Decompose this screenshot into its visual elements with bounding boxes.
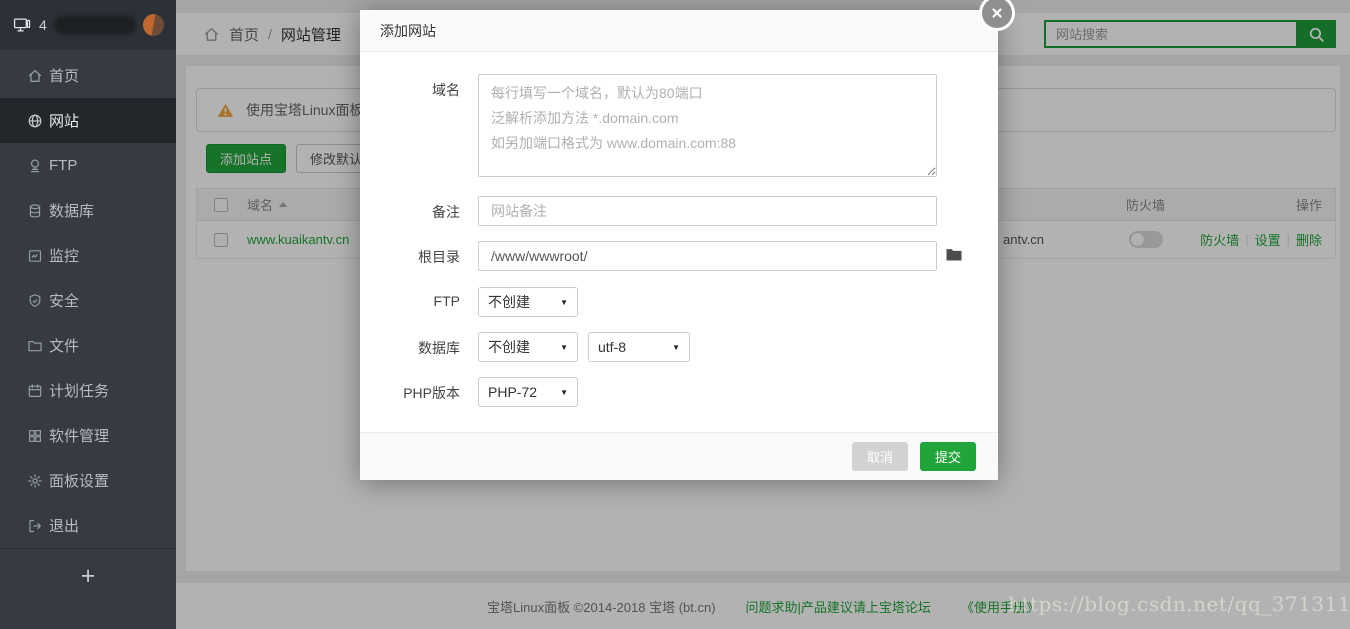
domain-field-row: 域名	[360, 74, 978, 177]
sidebar-item-ftp[interactable]: FTP	[0, 143, 176, 188]
close-icon	[982, 0, 1012, 28]
sidebar-item-database[interactable]: 数据库	[0, 188, 176, 233]
chevron-down-icon: ▼	[560, 343, 568, 352]
ftp-icon	[27, 158, 43, 174]
root-path-input[interactable]	[478, 241, 937, 271]
remark-input[interactable]	[478, 196, 937, 226]
sidebar-item-home[interactable]: 首页	[0, 53, 176, 98]
sidebar: 4 首页 网站 FTP 数据库 监控 安全 文件	[0, 0, 176, 629]
add-menu-button[interactable]: +	[81, 564, 96, 589]
shield-icon	[27, 293, 43, 309]
php-version-label: PHP版本	[360, 377, 460, 403]
domain-label: 域名	[360, 74, 460, 100]
sidebar-item-label: 数据库	[49, 200, 94, 221]
ftp-field-row: FTP 不创建 ▼	[360, 287, 978, 317]
sidebar-item-website[interactable]: 网站	[0, 98, 176, 143]
sidebar-item-files[interactable]: 文件	[0, 323, 176, 368]
server-name-prefix: 4	[39, 17, 47, 33]
panel-logo-bar: 4	[0, 0, 176, 50]
sidebar-item-label: 计划任务	[49, 380, 109, 401]
sidebar-item-label: 文件	[49, 335, 79, 356]
sidebar-item-settings[interactable]: 面板设置	[0, 458, 176, 503]
sidebar-item-label: 软件管理	[49, 425, 109, 446]
sidebar-item-logout[interactable]: 退出	[0, 503, 176, 548]
sidebar-item-label: 面板设置	[49, 470, 109, 491]
charset-select-value: utf-8	[598, 339, 626, 355]
ftp-select[interactable]: 不创建 ▼	[478, 287, 578, 317]
sidebar-item-software[interactable]: 软件管理	[0, 413, 176, 458]
php-field-row: PHP版本 PHP-72 ▼	[360, 377, 978, 407]
sidebar-item-label: 安全	[49, 290, 79, 311]
sidebar-item-label: 退出	[49, 515, 79, 536]
logout-icon	[27, 518, 43, 534]
sidebar-item-monitor[interactable]: 监控	[0, 233, 176, 278]
remark-label: 备注	[360, 196, 460, 222]
grid-icon	[27, 428, 43, 444]
database-field-row: 数据库 不创建 ▼ utf-8 ▼	[360, 332, 978, 362]
database-select-value: 不创建	[488, 337, 530, 357]
modal-title: 添加网站	[360, 10, 998, 52]
home-icon	[27, 68, 43, 84]
folder-picker-button[interactable]	[945, 241, 963, 265]
root-label: 根目录	[360, 241, 460, 267]
charset-select[interactable]: utf-8 ▼	[588, 332, 690, 362]
sidebar-item-label: 网站	[49, 110, 79, 131]
ftp-label: FTP	[360, 287, 460, 309]
php-version-select[interactable]: PHP-72 ▼	[478, 377, 578, 407]
ftp-select-value: 不创建	[488, 292, 530, 312]
root-field-row: 根目录	[360, 241, 978, 271]
sidebar-add-area: +	[0, 548, 176, 603]
sidebar-item-security[interactable]: 安全	[0, 278, 176, 323]
chevron-down-icon: ▼	[672, 343, 680, 352]
database-icon	[27, 203, 43, 219]
avatar[interactable]	[143, 14, 164, 36]
submit-button[interactable]: 提交	[920, 442, 976, 471]
database-select[interactable]: 不创建 ▼	[478, 332, 578, 362]
redacted-server-name	[54, 16, 136, 34]
modal-footer: 取消 提交	[360, 432, 998, 480]
globe-icon	[27, 113, 43, 129]
computer-icon	[12, 17, 32, 34]
chevron-down-icon: ▼	[560, 298, 568, 307]
sidebar-item-label: FTP	[49, 157, 77, 174]
sidebar-nav: 首页 网站 FTP 数据库 监控 安全 文件 计划任务	[0, 53, 176, 548]
add-website-modal: 添加网站 域名 备注 根目录 FTP 不创建 ▼ 数据库 不创建 ▼ utf-8…	[360, 10, 998, 480]
domain-textarea[interactable]	[478, 74, 937, 177]
sidebar-item-label: 首页	[49, 65, 79, 86]
php-version-value: PHP-72	[488, 384, 537, 400]
sidebar-item-label: 监控	[49, 245, 79, 266]
folder-icon	[945, 247, 963, 262]
remark-field-row: 备注	[360, 196, 978, 226]
sidebar-item-cron[interactable]: 计划任务	[0, 368, 176, 413]
cancel-button[interactable]: 取消	[852, 442, 908, 471]
database-label: 数据库	[360, 332, 460, 358]
folder-icon	[27, 338, 43, 354]
calendar-icon	[27, 383, 43, 399]
monitor-icon	[27, 248, 43, 264]
chevron-down-icon: ▼	[560, 388, 568, 397]
gear-icon	[27, 473, 43, 489]
